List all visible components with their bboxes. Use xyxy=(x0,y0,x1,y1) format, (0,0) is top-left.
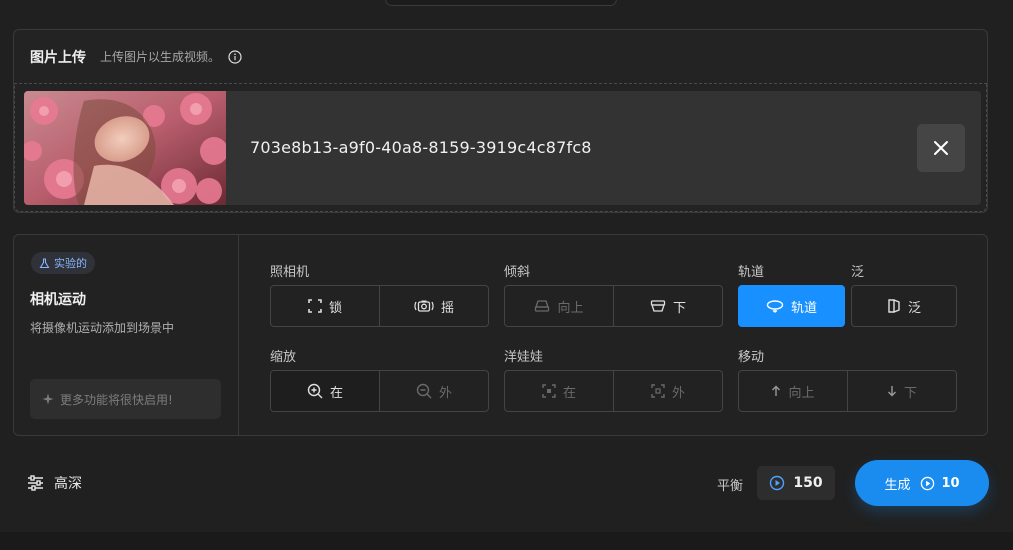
tilt-up-icon xyxy=(535,300,550,312)
doll-segment: 在 外 xyxy=(504,370,723,412)
tilt-group-label: 倾斜 xyxy=(504,265,531,280)
orbit-group-label: 轨道 xyxy=(738,265,765,280)
arrow-up-icon xyxy=(772,385,781,396)
advanced-settings-label: 高深 xyxy=(54,476,82,492)
balance-label: 平衡 xyxy=(717,479,744,494)
zoom-out-option[interactable]: 外 xyxy=(379,371,488,411)
camera-segment: 锁 摇 xyxy=(270,285,489,327)
zoom-out-icon xyxy=(416,383,432,399)
doll-out-label: 外 xyxy=(671,385,685,401)
tilt-down-label: 下 xyxy=(672,300,686,316)
more-features-label: 更多功能将很快启用! xyxy=(60,392,173,407)
move-group-label: 移动 xyxy=(738,350,765,365)
experimental-badge: 实验的 xyxy=(31,252,95,274)
advanced-settings-toggle[interactable]: 高深 xyxy=(27,473,82,493)
sparkle-icon xyxy=(42,393,54,405)
zoom-group-label: 缩放 xyxy=(270,350,297,365)
image-upload-panel: 图片上传 上传图片以生成视频。 703e8b13-a9f0-40a8-8159-… xyxy=(13,29,988,213)
orbit-button[interactable]: 轨道 xyxy=(738,285,845,327)
move-up-label: 向上 xyxy=(788,385,815,401)
credit-coin-icon xyxy=(770,475,785,491)
move-segment: 向上 下 xyxy=(738,370,957,412)
image-thumbnail xyxy=(24,91,228,205)
pan-icon xyxy=(888,299,900,313)
camera-lock-label: 锁 xyxy=(328,300,342,316)
upload-dropzone[interactable]: 703e8b13-a9f0-40a8-8159-3919c4c87fc8 xyxy=(14,83,987,212)
tilt-up-option[interactable]: 向上 xyxy=(505,286,613,326)
focus-in-icon xyxy=(542,384,556,398)
sliders-icon xyxy=(28,475,43,491)
tilt-down-option[interactable]: 下 xyxy=(613,286,722,326)
doll-in-label: 在 xyxy=(562,385,576,401)
move-down-option[interactable]: 下 xyxy=(847,371,956,411)
pan-label: 泛 xyxy=(907,300,921,316)
credit-coin-icon xyxy=(921,476,935,490)
tilt-segment: 向上 下 xyxy=(504,285,723,327)
move-down-label: 下 xyxy=(903,385,917,401)
camera-shake-label: 摇 xyxy=(440,300,454,316)
experimental-badge-label: 实验的 xyxy=(54,257,87,270)
balance-display: 150 xyxy=(757,466,835,500)
move-up-option[interactable]: 向上 xyxy=(739,371,847,411)
focus-out-icon xyxy=(651,384,665,398)
doll-group-label: 洋娃娃 xyxy=(504,350,544,365)
top-input-stub xyxy=(385,0,617,6)
generate-button[interactable]: 生成 10 xyxy=(855,460,989,506)
motion-title: 相机运动 xyxy=(30,292,86,308)
close-icon xyxy=(934,141,948,155)
zoom-in-label: 在 xyxy=(329,385,343,401)
camera-lock-option[interactable]: 锁 xyxy=(271,286,379,326)
camera-group-label: 照相机 xyxy=(270,265,310,280)
doll-out-option[interactable]: 外 xyxy=(613,371,722,411)
orbit-icon xyxy=(766,300,784,313)
zoom-in-option[interactable]: 在 xyxy=(271,371,379,411)
balance-value: 150 xyxy=(793,475,823,491)
frame-corners-icon xyxy=(308,299,322,313)
upload-subtitle: 上传图片以生成视频。 xyxy=(100,50,221,64)
zoom-segment: 在 外 xyxy=(270,370,489,412)
generate-label: 生成 xyxy=(884,477,911,493)
upload-title: 图片上传 xyxy=(30,49,86,66)
tilt-down-icon xyxy=(650,300,666,312)
more-features-notice: 更多功能将很快启用! xyxy=(30,379,221,419)
zoom-out-label: 外 xyxy=(438,385,452,401)
orbit-label: 轨道 xyxy=(790,300,817,316)
remove-image-button[interactable] xyxy=(917,124,965,172)
zoom-in-icon xyxy=(307,383,323,399)
uploaded-file-card: 703e8b13-a9f0-40a8-8159-3919c4c87fc8 xyxy=(24,91,981,205)
pan-group-label: 泛 xyxy=(851,265,865,280)
file-name: 703e8b13-a9f0-40a8-8159-3919c4c87fc8 xyxy=(250,138,592,157)
info-icon[interactable] xyxy=(228,49,242,64)
camera-motion-panel: 实验的 相机运动 将摄像机运动添加到场景中 更多功能将很快启用! 照相机 倾斜 … xyxy=(13,234,988,436)
flask-icon xyxy=(39,257,50,268)
motion-info-column: 实验的 相机运动 将摄像机运动添加到场景中 更多功能将很快启用! xyxy=(14,235,239,435)
motion-description: 将摄像机运动添加到场景中 xyxy=(30,321,175,335)
generate-cost: 10 xyxy=(941,475,960,491)
camera-shake-option[interactable]: 摇 xyxy=(379,286,488,326)
tilt-up-label: 向上 xyxy=(557,300,584,316)
pan-button[interactable]: 泛 xyxy=(851,285,957,327)
upload-header: 图片上传 上传图片以生成视频。 xyxy=(14,30,987,84)
bottom-edge xyxy=(0,532,1013,550)
doll-in-option[interactable]: 在 xyxy=(505,371,613,411)
arrow-down-icon xyxy=(887,386,896,397)
camera-shake-icon xyxy=(414,300,434,312)
